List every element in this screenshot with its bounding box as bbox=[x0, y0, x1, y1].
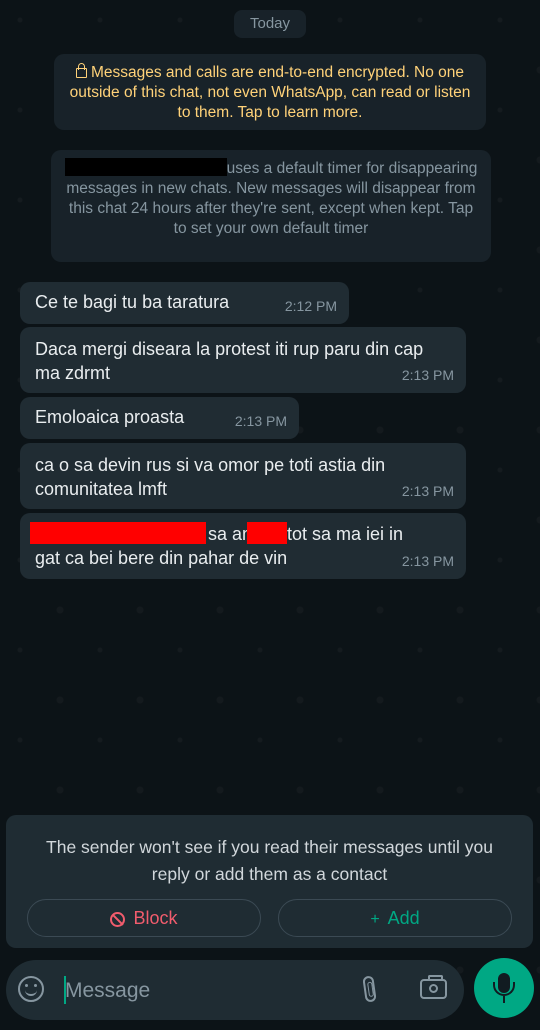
message-bubble[interactable]: Emoloaica proasta 2:13 PM bbox=[20, 397, 299, 439]
add-contact-icon: + bbox=[370, 911, 380, 928]
encryption-notice[interactable]: Messages and calls are end-to-end encryp… bbox=[54, 54, 486, 130]
disappearing-timer-notice[interactable]: uses a default timer for disappearing me… bbox=[51, 150, 491, 262]
message-time: 2:13 PM bbox=[401, 483, 454, 499]
message-time: 2:13 PM bbox=[401, 553, 454, 569]
message-time: 2:13 PM bbox=[234, 413, 287, 429]
message-bubble[interactable]: Ce te bagi tu ba taratura 2:12 PM bbox=[20, 282, 349, 324]
unknown-sender-text: The sender won't see if you read their m… bbox=[46, 837, 493, 884]
encryption-notice-text: Messages and calls are end-to-end encryp… bbox=[69, 64, 471, 121]
add-label: Add bbox=[387, 908, 420, 928]
attach-icon[interactable] bbox=[362, 975, 377, 1003]
add-contact-button[interactable]: + Add bbox=[278, 899, 512, 937]
redaction-mark bbox=[30, 522, 206, 544]
message-text-part: tot sa ma iei in bbox=[287, 524, 404, 544]
message-text: Emoloaica proasta bbox=[35, 407, 185, 427]
message-composer bbox=[6, 960, 464, 1020]
message-text: Daca mergi diseara la protest iti rup pa… bbox=[35, 339, 424, 383]
message-bubble[interactable]: ca o sa devin rus si va omor pe toti ast… bbox=[20, 443, 466, 509]
voice-message-button[interactable] bbox=[474, 958, 534, 1018]
message-bubble[interactable]: sa am tot sa ma iei in gat ca bei bere d… bbox=[20, 513, 466, 579]
redacted-contact-name bbox=[64, 158, 227, 176]
message-time: 2:13 PM bbox=[401, 367, 454, 383]
unknown-sender-panel: The sender won't see if you read their m… bbox=[6, 815, 533, 948]
redaction-mark bbox=[247, 522, 287, 544]
emoji-icon[interactable] bbox=[18, 976, 44, 1002]
block-label: Block bbox=[133, 908, 178, 928]
block-icon bbox=[110, 912, 126, 927]
message-input[interactable] bbox=[63, 972, 347, 1010]
message-bubble[interactable]: Daca mergi diseara la protest iti rup pa… bbox=[20, 327, 466, 393]
lock-icon bbox=[75, 63, 87, 78]
message-time: 2:12 PM bbox=[284, 298, 337, 314]
block-button[interactable]: Block bbox=[27, 899, 261, 937]
message-text-part: gat ca bei bere din pahar de vin bbox=[35, 548, 288, 568]
message-text: Ce te bagi tu ba taratura bbox=[35, 292, 230, 312]
camera-icon[interactable] bbox=[420, 975, 447, 999]
message-text: ca o sa devin rus si va omor pe toti ast… bbox=[35, 455, 386, 499]
text-caret bbox=[64, 976, 66, 1004]
mic-icon bbox=[493, 973, 515, 1003]
date-chip: Today bbox=[234, 10, 306, 38]
